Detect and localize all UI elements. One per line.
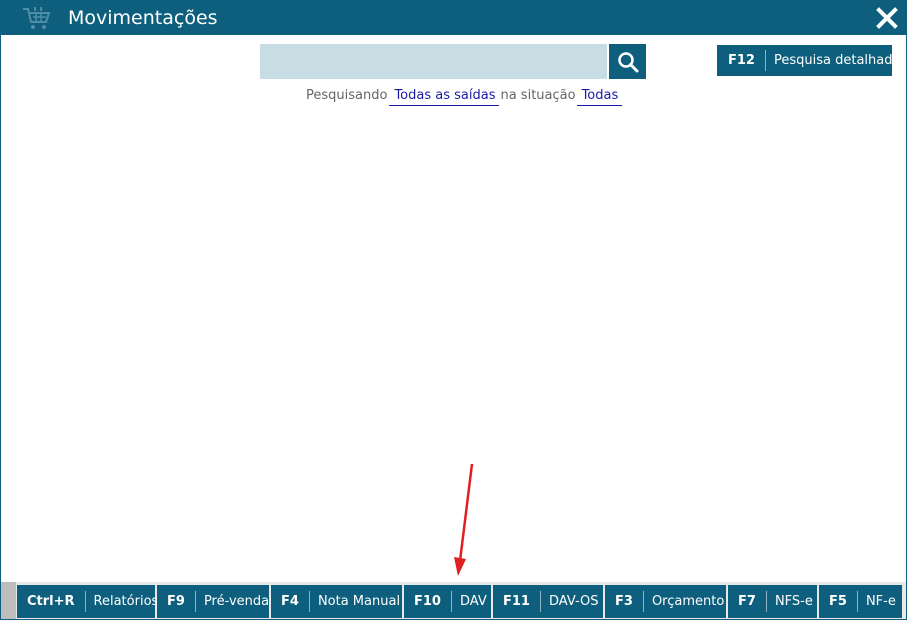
button-label: NF-e bbox=[865, 594, 896, 609]
reports-button[interactable]: Ctrl+R Relatórios bbox=[17, 585, 158, 618]
detailed-search-button[interactable]: F12 Pesquisa detalhada bbox=[717, 45, 900, 76]
budget-button[interactable]: F3 Orçamento bbox=[605, 585, 726, 618]
button-label: NFS-e bbox=[774, 594, 813, 609]
search-button[interactable] bbox=[609, 44, 646, 79]
dav-button[interactable]: F10 DAV bbox=[404, 585, 491, 618]
shortcut-key: F7 bbox=[728, 591, 767, 612]
filter-line: Pesquisando Todas as saídas na situação … bbox=[306, 88, 623, 110]
search-input[interactable] bbox=[260, 44, 607, 79]
pre-sale-button[interactable]: F9 Pré-venda bbox=[157, 585, 269, 618]
bar-left-strip bbox=[1, 582, 16, 619]
button-label: Nota Manual bbox=[317, 594, 401, 609]
shopping-cart-icon bbox=[23, 7, 51, 29]
button-label: Pré-venda bbox=[203, 594, 270, 609]
filter-middle: na situação bbox=[500, 88, 576, 103]
shortcut-key: F5 bbox=[819, 591, 858, 612]
nfs-e-button[interactable]: F7 NFS-e bbox=[728, 585, 817, 618]
shortcut-key: Ctrl+R bbox=[17, 591, 86, 612]
button-label: Orçamento bbox=[651, 594, 725, 609]
shortcut-key: F11 bbox=[493, 591, 541, 612]
status-link[interactable]: Todas bbox=[576, 88, 623, 106]
button-label: Relatórios bbox=[93, 594, 159, 609]
search-icon bbox=[618, 52, 639, 73]
shortcut-key: F9 bbox=[157, 591, 196, 612]
button-label: DAV bbox=[459, 594, 487, 609]
title-bar: Movimentações bbox=[1, 1, 906, 35]
scope-link[interactable]: Todas as saídas bbox=[389, 88, 500, 106]
window-title: Movimentações bbox=[68, 7, 218, 29]
movimentacoes-window: Movimentações F12 Pesquisa detalhada Pes… bbox=[0, 0, 907, 620]
nf-e-button[interactable]: F5 NF-e bbox=[819, 585, 902, 618]
filter-prefix: Pesquisando bbox=[306, 88, 388, 103]
shortcut-key: F3 bbox=[605, 591, 644, 612]
button-label: DAV-OS bbox=[548, 594, 599, 609]
close-icon[interactable] bbox=[876, 7, 898, 29]
manual-note-button[interactable]: F4 Nota Manual bbox=[271, 585, 402, 618]
shortcut-key: F12 bbox=[717, 50, 766, 71]
shortcut-key: F10 bbox=[404, 591, 452, 612]
shortcut-key: F4 bbox=[271, 591, 310, 612]
dav-os-button[interactable]: F11 DAV-OS bbox=[493, 585, 603, 618]
button-label: Pesquisa detalhada bbox=[773, 53, 901, 68]
shortcut-bar: Ctrl+R Relatórios F9 Pré-venda F4 Nota M… bbox=[1, 582, 906, 619]
red-arrow-icon bbox=[454, 463, 474, 576]
